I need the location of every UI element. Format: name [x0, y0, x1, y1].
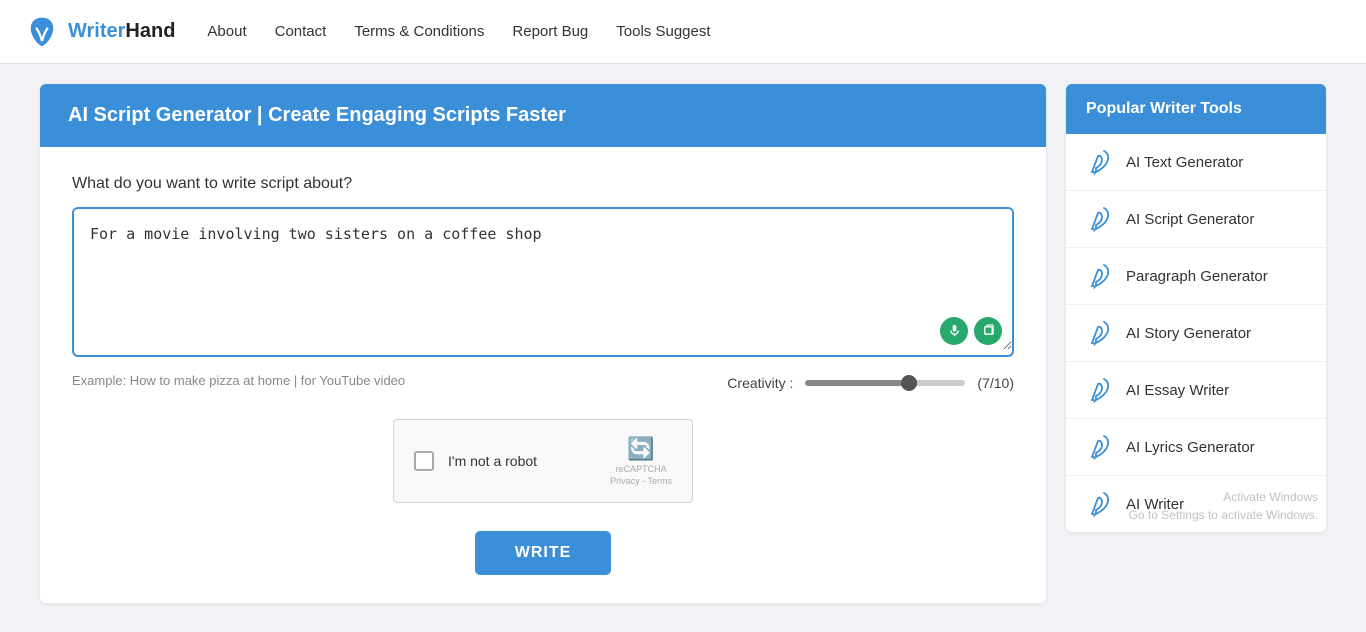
captcha-area: I'm not a robot 🔄 reCAPTCHA Privacy - Te…: [72, 419, 1014, 503]
feather-icon-5: [1086, 433, 1114, 461]
creativity-row: Creativity : (7/10): [727, 375, 1014, 391]
sidebar-label-0: AI Text Generator: [1126, 154, 1243, 171]
sidebar-label-3: AI Story Generator: [1126, 325, 1251, 342]
creativity-label: Creativity :: [727, 375, 793, 391]
captcha-logo-area: 🔄 reCAPTCHA Privacy - Terms: [610, 436, 672, 486]
write-button[interactable]: WRITE: [475, 531, 612, 575]
form-hint: Example: How to make pizza at home | for…: [72, 373, 405, 388]
creativity-value: (7/10): [977, 375, 1014, 391]
navbar: WriterHand About Contact Terms & Conditi…: [0, 0, 1366, 64]
main-content: AI Script Generator | Create Engaging Sc…: [40, 84, 1046, 603]
logo-icon: [24, 14, 60, 50]
feather-icon-1: [1086, 205, 1114, 233]
logo-link[interactable]: WriterHand: [24, 14, 175, 50]
feather-icon-3: [1086, 319, 1114, 347]
sidebar-label-4: AI Essay Writer: [1126, 382, 1229, 399]
sidebar-label-6: AI Writer: [1126, 496, 1184, 513]
sidebar-label-5: AI Lyrics Generator: [1126, 439, 1255, 456]
sidebar-item-text-gen[interactable]: AI Text Generator: [1066, 134, 1326, 191]
logo-writer: Writer: [68, 20, 125, 42]
copy-button[interactable]: [974, 317, 1002, 345]
recaptcha-icon: 🔄: [627, 436, 654, 462]
form-label: What do you want to write script about?: [72, 175, 1014, 193]
feather-icon-0: [1086, 148, 1114, 176]
script-textarea[interactable]: [74, 209, 1012, 350]
sidebar-card: Popular Writer Tools AI Text Generator A…: [1066, 84, 1326, 532]
sidebar-label-1: AI Script Generator: [1126, 211, 1254, 228]
sidebar-label-2: Paragraph Generator: [1126, 268, 1268, 285]
copy-icon: [982, 324, 995, 337]
nav-tools-suggest[interactable]: Tools Suggest: [616, 23, 710, 40]
logo-text: WriterHand: [68, 20, 175, 43]
feather-icon-2: [1086, 262, 1114, 290]
sidebar-header: Popular Writer Tools: [1066, 84, 1326, 134]
sidebar-item-story-gen[interactable]: AI Story Generator: [1066, 305, 1326, 362]
sidebar-item-essay-writer[interactable]: AI Essay Writer: [1066, 362, 1326, 419]
captcha-label: I'm not a robot: [448, 453, 596, 469]
nav-terms[interactable]: Terms & Conditions: [354, 23, 484, 40]
nav-about[interactable]: About: [207, 23, 246, 40]
mic-button[interactable]: [940, 317, 968, 345]
creativity-slider[interactable]: [805, 380, 965, 386]
nav-contact[interactable]: Contact: [275, 23, 327, 40]
sidebar-title: Popular Writer Tools: [1086, 100, 1306, 118]
sidebar-item-ai-writer[interactable]: AI Writer Activate Windows Go to Setting…: [1066, 476, 1326, 532]
page-layout: AI Script Generator | Create Engaging Sc…: [0, 64, 1366, 623]
feather-icon-4: [1086, 376, 1114, 404]
captcha-checkbox[interactable]: [414, 451, 434, 471]
main-header: AI Script Generator | Create Engaging Sc…: [40, 84, 1046, 147]
page-title: AI Script Generator | Create Engaging Sc…: [68, 104, 1018, 127]
nav-links: About Contact Terms & Conditions Report …: [207, 23, 710, 41]
mic-icon: [948, 324, 961, 337]
captcha-box: I'm not a robot 🔄 reCAPTCHA Privacy - Te…: [393, 419, 693, 503]
sidebar-item-script-gen[interactable]: AI Script Generator: [1066, 191, 1326, 248]
sidebar-item-lyrics-gen[interactable]: AI Lyrics Generator: [1066, 419, 1326, 476]
textarea-wrapper: [72, 207, 1014, 357]
nav-report-bug[interactable]: Report Bug: [512, 23, 588, 40]
write-btn-area: WRITE: [72, 531, 1014, 575]
sidebar: Popular Writer Tools AI Text Generator A…: [1066, 84, 1326, 603]
feather-icon-6: [1086, 490, 1114, 518]
logo-hand: Hand: [125, 20, 175, 42]
main-body: What do you want to write script about?: [40, 147, 1046, 603]
recaptcha-links: Privacy - Terms: [610, 476, 672, 486]
recaptcha-brand: reCAPTCHA: [616, 464, 667, 474]
sidebar-item-paragraph-gen[interactable]: Paragraph Generator: [1066, 248, 1326, 305]
sidebar-list: AI Text Generator AI Script Generator Pa…: [1066, 134, 1326, 532]
textarea-icons: [940, 317, 1002, 345]
